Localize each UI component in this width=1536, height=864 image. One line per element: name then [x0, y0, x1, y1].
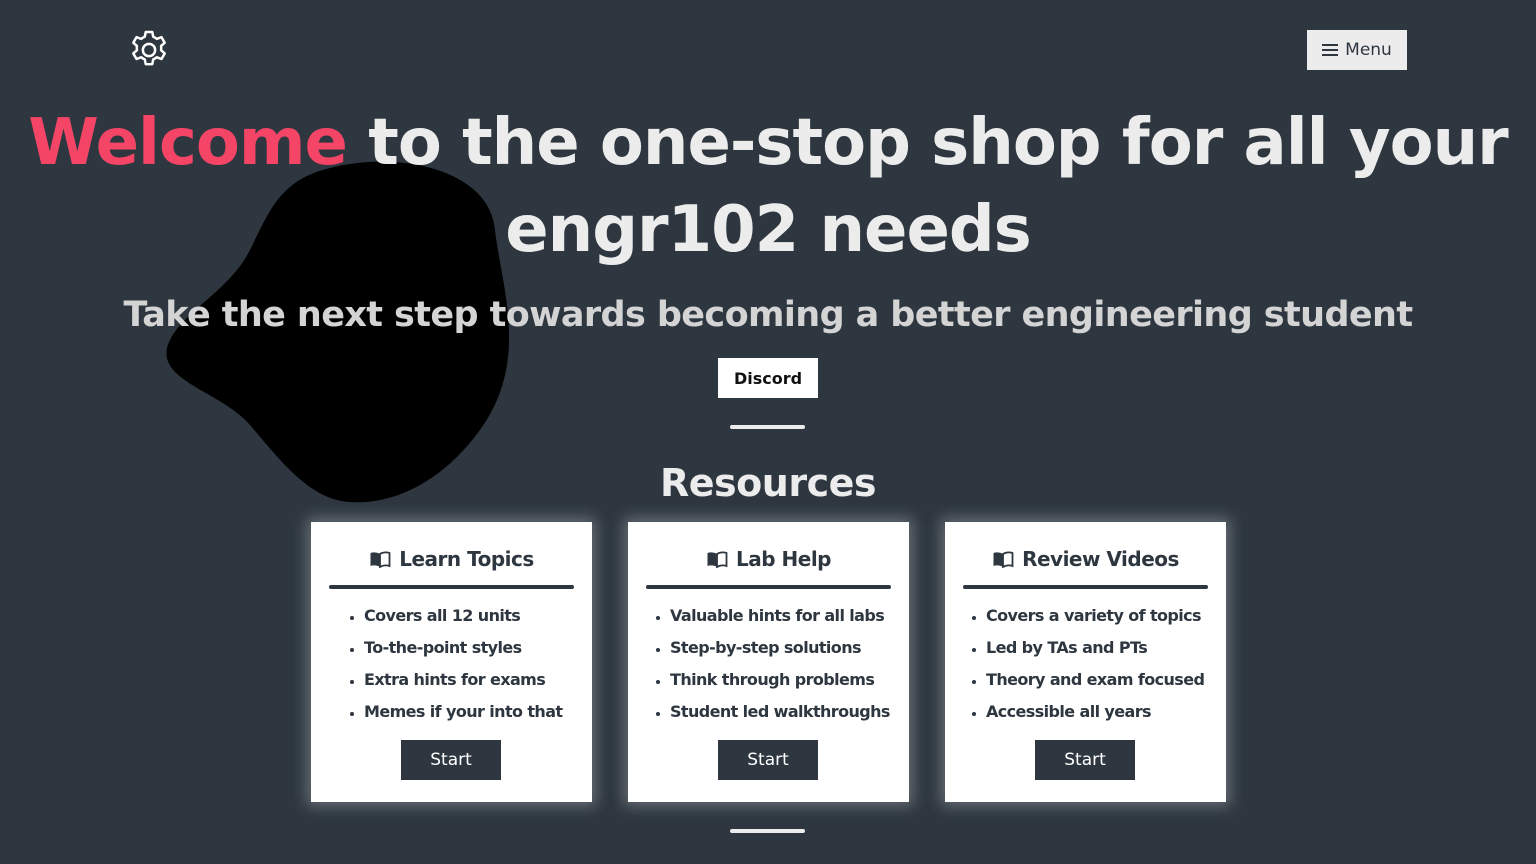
card-title: Learn Topics: [399, 547, 534, 571]
card-header: Learn Topics: [311, 546, 592, 572]
menu-label: Menu: [1345, 40, 1392, 60]
hero-title-accent: Welcome: [28, 106, 348, 180]
card-header: Review Videos: [945, 546, 1226, 572]
card-learn-topics: Learn Topics Covers all 12 units To-the-…: [311, 522, 592, 802]
discord-button[interactable]: Discord: [718, 358, 818, 398]
list-item: Covers a variety of topics: [986, 602, 1226, 634]
list-item: Accessible all years: [986, 698, 1226, 730]
card-header: Lab Help: [628, 546, 909, 572]
resources-heading: Resources: [660, 461, 876, 505]
list-item: Extra hints for exams: [364, 666, 592, 698]
menu-button[interactable]: Menu: [1307, 30, 1407, 70]
hero-title: Welcome to the one-stop shop for all you…: [0, 100, 1536, 274]
card-feature-list: Covers all 12 units To-the-point styles …: [311, 602, 592, 730]
list-item: Led by TAs and PTs: [986, 634, 1226, 666]
list-item: Think through problems: [670, 666, 909, 698]
start-button-learn-topics[interactable]: Start: [401, 740, 501, 780]
card-rule: [963, 585, 1208, 589]
card-rule: [646, 585, 891, 589]
hamburger-icon: [1322, 44, 1339, 56]
card-feature-list: Covers a variety of topics Led by TAs an…: [945, 602, 1226, 730]
list-item: Theory and exam focused: [986, 666, 1226, 698]
hero-title-rest: to the one-stop shop for all your engr10…: [346, 106, 1508, 267]
open-book-icon: [993, 551, 1014, 568]
hero-subtitle: Take the next step towards becoming a be…: [123, 295, 1413, 335]
card-rule: [329, 585, 574, 589]
start-button-review-videos[interactable]: Start: [1035, 740, 1135, 780]
resource-cards: Learn Topics Covers all 12 units To-the-…: [311, 522, 1226, 802]
list-item: Student led walkthroughs: [670, 698, 909, 730]
settings-gear-icon[interactable]: [126, 27, 172, 73]
list-item: To-the-point styles: [364, 634, 592, 666]
open-book-icon: [707, 551, 728, 568]
card-review-videos: Review Videos Covers a variety of topics…: [945, 522, 1226, 802]
list-item: Valuable hints for all labs: [670, 602, 909, 634]
card-title: Lab Help: [736, 547, 832, 571]
card-lab-help: Lab Help Valuable hints for all labs Ste…: [628, 522, 909, 802]
start-button-lab-help[interactable]: Start: [718, 740, 818, 780]
open-book-icon: [370, 551, 391, 568]
list-item: Covers all 12 units: [364, 602, 592, 634]
list-item: Step-by-step solutions: [670, 634, 909, 666]
section-divider-bottom: [730, 829, 805, 833]
list-item: Memes if your into that: [364, 698, 592, 730]
card-feature-list: Valuable hints for all labs Step-by-step…: [628, 602, 909, 730]
card-title: Review Videos: [1022, 547, 1179, 571]
section-divider-top: [730, 425, 805, 429]
